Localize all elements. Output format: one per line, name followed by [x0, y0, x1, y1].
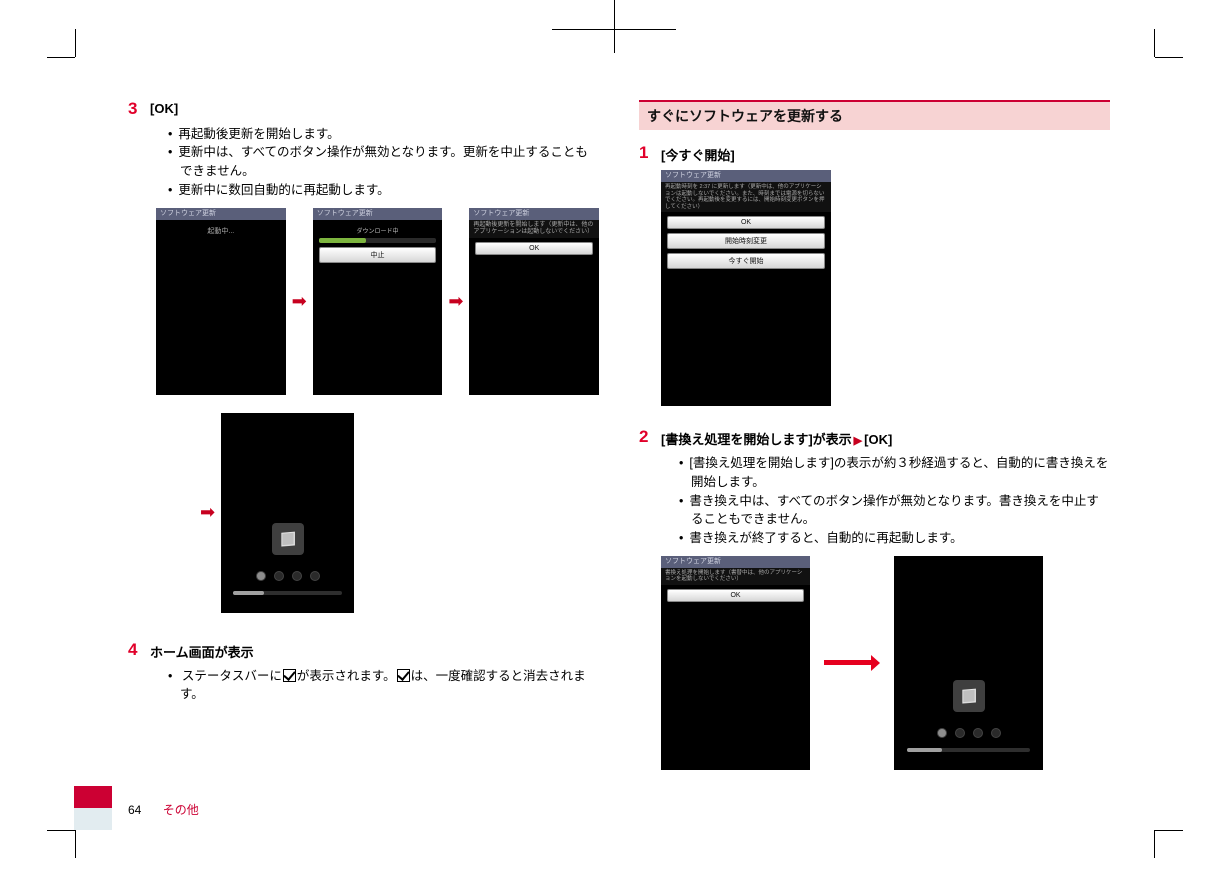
- bullet: 更新中は、すべてのボタン操作が無効となります。更新を中止することもできません。: [168, 143, 599, 181]
- bullet: ステータスバーにが表示されます。は、一度確認すると消去されます。: [168, 667, 599, 705]
- progress-bar: [907, 748, 1029, 752]
- bullet: 更新中に数回自動的に再起動します。: [168, 181, 599, 200]
- step-1-header: 1 [今すぐ開始]: [639, 144, 1110, 164]
- screenshot-booting: ソフトウェア更新 起動中...: [156, 208, 286, 395]
- step-2-screens-row: ソフトウェア更新 書換え処理を開始します（書替中は、他のアプリケーションを起動し…: [661, 556, 1110, 770]
- screenshot-downloading: ソフトウェア更新 ダウンロード中 中止: [313, 208, 443, 395]
- ok-button[interactable]: OK: [475, 242, 593, 255]
- crop-mark: [1154, 830, 1155, 858]
- arrow-right-icon: [824, 658, 880, 668]
- bullet: 再起動後更新を開始します。: [168, 125, 599, 144]
- screenshot-rewrite-start: ソフトウェア更新 書換え処理を開始します（書替中は、他のアプリケーションを起動し…: [661, 556, 810, 770]
- screenshot-confirm: ソフトウェア更新 再起動後更新を開始します（更新中は、他のアプリケーションは起動…: [469, 208, 599, 395]
- crop-mark: [614, 0, 615, 53]
- progress-bar: [233, 591, 342, 595]
- change-time-button[interactable]: 開始時刻変更: [667, 233, 825, 249]
- bullet: [書換え処理を開始します]の表示が約３秒経過すると、自動的に書き換えを開始します…: [679, 454, 1110, 492]
- checkmark-icon: [283, 669, 296, 682]
- crop-mark: [47, 830, 75, 831]
- screen-titlebar: ソフトウェア更新: [469, 208, 599, 220]
- crop-mark: [47, 57, 75, 58]
- step-3-header: 3 [OK]: [128, 100, 599, 119]
- crop-mark: [1155, 830, 1183, 831]
- screen-message: 再起動時刻を 2:37 に更新します（更新中は、他のアプリケーションは起動しない…: [661, 182, 831, 212]
- title-part-a: [書換え処理を開始します]が表示: [661, 432, 852, 447]
- step-number: 4: [128, 641, 150, 660]
- step-number: 3: [128, 100, 150, 119]
- screenshot-installing: [221, 413, 354, 613]
- step-title: [OK]: [150, 100, 178, 116]
- step-title: [書換え処理を開始します]が表示▶[OK]: [661, 428, 892, 448]
- step-4-bullets: ステータスバーにが表示されます。は、一度確認すると消去されます。: [128, 667, 599, 705]
- progress-bar: [319, 238, 437, 243]
- step-4-header: 4 ホーム画面が表示: [128, 641, 599, 661]
- step-3-screens-row2: ➡: [200, 413, 599, 613]
- ok-button[interactable]: OK: [667, 589, 804, 602]
- section-heading: すぐにソフトウェアを更新する: [639, 100, 1110, 130]
- ok-button[interactable]: OK: [667, 216, 825, 229]
- package-icon: [272, 523, 304, 555]
- step-2-bullets: [書換え処理を開始します]の表示が約３秒経過すると、自動的に書き換えを開始します…: [639, 454, 1110, 548]
- crop-mark: [1155, 57, 1183, 58]
- page-number: 64: [128, 803, 141, 817]
- page-dots: [256, 571, 320, 581]
- crop-mark: [75, 29, 76, 57]
- page: 3 [OK] 再起動後更新を開始します。 更新中は、すべてのボタン操作が無効とな…: [74, 56, 1154, 830]
- arrow-right-icon: ➡: [448, 291, 463, 312]
- step-number: 1: [639, 144, 661, 163]
- screenshot-schedule: ソフトウェア更新 再起動時刻を 2:37 に更新します（更新中は、他のアプリケー…: [661, 170, 831, 406]
- step-number: 2: [639, 428, 661, 447]
- screen-text: 起動中...: [156, 226, 286, 236]
- text: が表示されます。: [297, 669, 396, 683]
- screen-text: ダウンロード中: [313, 226, 443, 235]
- arrow-right-icon: ➡: [200, 502, 215, 523]
- package-icon: [953, 680, 985, 712]
- bullet: 書き換えが終了すると、自動的に再起動します。: [679, 529, 1110, 548]
- screen-message: 再起動後更新を開始します（更新中は、他のアプリケーションは起動しないでください）: [469, 220, 599, 238]
- page-footer: 64 その他: [128, 801, 199, 818]
- screen-message: 書換え処理を開始します（書替中は、他のアプリケーションを起動しないでください）: [661, 568, 810, 585]
- right-column: すぐにソフトウェアを更新する 1 [今すぐ開始] ソフトウェア更新 再起動時刻を…: [639, 100, 1110, 770]
- step-3-bullets: 再起動後更新を開始します。 更新中は、すべてのボタン操作が無効となります。更新を…: [128, 125, 599, 200]
- step-title: [今すぐ開始]: [661, 144, 735, 164]
- left-column: 3 [OK] 再起動後更新を開始します。 更新中は、すべてのボタン操作が無効とな…: [128, 100, 599, 770]
- step-2-header: 2 [書換え処理を開始します]が表示▶[OK]: [639, 428, 1110, 448]
- title-part-b: [OK]: [864, 432, 892, 447]
- boot-screen: [894, 556, 1043, 770]
- cancel-button[interactable]: 中止: [319, 247, 437, 263]
- triangle-right-icon: ▶: [852, 435, 864, 447]
- page-tab: [74, 808, 112, 830]
- text: ステータスバーに: [182, 669, 282, 683]
- boot-screen: [221, 413, 354, 613]
- screen-titlebar: ソフトウェア更新: [156, 208, 286, 220]
- page-dots: [937, 728, 1001, 738]
- crop-mark: [75, 830, 76, 858]
- section-label: その他: [163, 803, 199, 817]
- arrow-right-icon: ➡: [292, 291, 307, 312]
- step-title: ホーム画面が表示: [150, 641, 254, 661]
- screen-titlebar: ソフトウェア更新: [313, 208, 443, 220]
- bullet: 書き換え中は、すべてのボタン操作が無効となります。書き換えを中止することもできま…: [679, 492, 1110, 530]
- screenshot-installing: [894, 556, 1043, 770]
- screen-titlebar: ソフトウェア更新: [661, 556, 810, 568]
- step-1-screen-wrap: ソフトウェア更新 再起動時刻を 2:37 に更新します（更新中は、他のアプリケー…: [661, 170, 1110, 406]
- crop-mark: [1154, 29, 1155, 57]
- start-now-button[interactable]: 今すぐ開始: [667, 253, 825, 269]
- screen-titlebar: ソフトウェア更新: [661, 170, 831, 182]
- columns: 3 [OK] 再起動後更新を開始します。 更新中は、すべてのボタン操作が無効とな…: [74, 56, 1154, 770]
- step-3-screens-row: ソフトウェア更新 起動中... ➡ ソフトウェア更新 ダウンロード中 中止 ➡ …: [156, 208, 599, 395]
- checkmark-icon: [397, 669, 410, 682]
